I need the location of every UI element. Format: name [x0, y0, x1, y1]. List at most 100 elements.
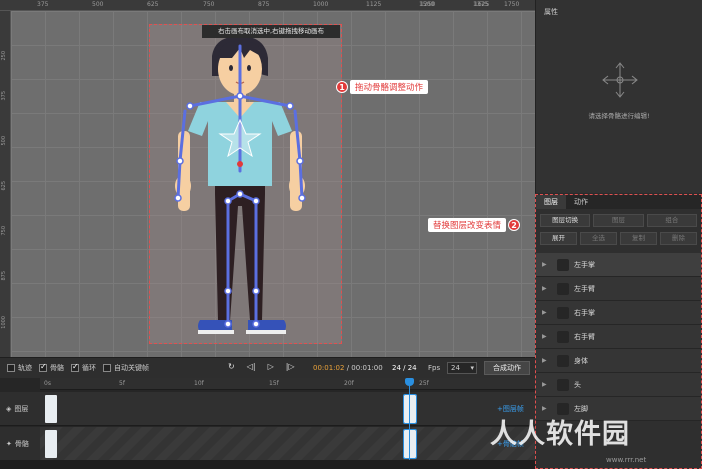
ruler-left-label: 750: [1, 226, 7, 236]
layer-item[interactable]: ▶ 左手臂: [536, 277, 701, 301]
layer-name: 身体: [574, 356, 588, 365]
prev-frame-icon[interactable]: ◁|: [247, 362, 256, 371]
time-display: 00:01:02 / 00:01:00: [313, 364, 383, 372]
track-label-text: 图层: [14, 404, 29, 413]
next-frame-icon[interactable]: |▷: [286, 362, 295, 371]
checkbox-label: 循环: [82, 364, 96, 372]
ruler-left-label: 875: [1, 271, 7, 281]
bones-checkbox[interactable]: 骨骼: [39, 362, 64, 373]
canvas-stage[interactable]: 375 500 625 750 875 1000 1125 1250 1375 …: [0, 0, 535, 357]
expand-arrow-icon[interactable]: ▶: [542, 261, 552, 268]
checkbox-box[interactable]: [71, 362, 79, 372]
checkbox-label: 骨骼: [50, 364, 64, 372]
ruler-left-label: 250: [1, 51, 7, 61]
layer-name: 头: [574, 380, 581, 389]
play-icon[interactable]: ▷: [268, 362, 274, 371]
frame-counter: 24 / 24: [392, 364, 417, 372]
ruler-top-label: 375: [37, 1, 49, 8]
ruler-top-label: 1500: [419, 1, 435, 8]
ruler-top-label: 500: [92, 1, 104, 8]
replay-icon[interactable]: ↻: [228, 362, 235, 371]
total-time: / 00:01:00: [346, 364, 383, 372]
callout-text: 拖动骨骼调整动作: [350, 80, 429, 94]
group-button[interactable]: 组合: [646, 214, 697, 227]
timeline-tick: 15f: [269, 380, 279, 387]
checkbox-box[interactable]: [103, 364, 111, 372]
delete-button[interactable]: 删除: [660, 232, 697, 245]
expand-arrow-icon[interactable]: ▶: [542, 405, 552, 412]
checkbox-label: 轨迹: [18, 364, 32, 372]
layer-thumbnail: [557, 258, 569, 271]
trajectory-checkbox[interactable]: 轨迹: [7, 363, 32, 373]
expand-arrow-icon[interactable]: ▶: [542, 285, 552, 292]
layer-button[interactable]: 图层: [593, 214, 644, 227]
character-figure[interactable]: [160, 36, 330, 341]
watermark-text: 人人软件园: [490, 419, 630, 450]
chevron-down-icon: ▾: [470, 364, 474, 372]
expand-arrow-icon[interactable]: ▶: [542, 381, 552, 388]
keyframe[interactable]: [403, 394, 417, 424]
sole: [198, 330, 234, 334]
watermark-url: www.rrr.net: [606, 456, 647, 464]
expand-button[interactable]: 展开: [540, 232, 577, 245]
copy-button[interactable]: 复制: [620, 232, 657, 245]
checkbox-box[interactable]: [7, 364, 15, 372]
canvas-hint: 右击画布取消选中,右键拖拽移动画布: [202, 25, 340, 38]
ruler-top-label: 1000: [313, 1, 329, 8]
compose-action-button[interactable]: 合成动作: [484, 361, 530, 375]
switch-layer-button[interactable]: 图层切换: [540, 214, 591, 227]
select-all-button[interactable]: 全选: [580, 232, 617, 245]
loop-checkbox[interactable]: 循环: [71, 362, 96, 373]
layer-list: ▶ 左手掌 ▶ 左手臂 ▶ 右手掌 ▶ 右手臂 ▶ 身体 ▶ 头 ▶ 左脚: [536, 253, 701, 421]
timeline-tick: 0s: [44, 380, 51, 387]
layer-name: 右手掌: [574, 308, 595, 317]
playhead-handle[interactable]: [405, 378, 414, 386]
timeline: 0s 5f 10f 15f 20f 25f ◈ 图层 +图层帧 ✦ 骨骼 +骨骼帧: [0, 378, 535, 469]
timeline-tick: 5f: [119, 380, 125, 387]
layers-toolbar-1: 图层切换 图层 组合: [536, 209, 701, 232]
tab-actions[interactable]: 动作: [566, 195, 596, 209]
bone-icon: ✦: [6, 439, 12, 448]
keyframe[interactable]: [403, 429, 417, 459]
timeline-tick: 25f: [419, 380, 429, 387]
checkbox-box[interactable]: [39, 362, 47, 372]
timeline-scrollbar[interactable]: [0, 460, 535, 469]
current-time: 00:01:02: [313, 364, 345, 372]
fps-value: 24: [451, 364, 460, 372]
expand-arrow-icon[interactable]: ▶: [542, 309, 552, 316]
layer-name: 左手掌: [574, 260, 595, 269]
layer-thumbnail: [557, 354, 569, 367]
layer-name: 左手臂: [574, 284, 595, 293]
layer-thumbnail: [557, 306, 569, 319]
fps-select[interactable]: 24 ▾: [447, 362, 477, 374]
ruler-top-label: 1625: [474, 1, 490, 8]
playhead[interactable]: [409, 378, 410, 469]
track-label: ✦ 骨骼: [0, 427, 40, 460]
timeline-tick: 20f: [344, 380, 354, 387]
move-crosshair-icon: [602, 62, 638, 98]
tab-layers[interactable]: 图层: [536, 195, 566, 209]
callout-badge: 1: [336, 81, 348, 93]
transport-buttons: ↻ ◁| ▷ |▷: [228, 362, 295, 371]
keyframe[interactable]: [45, 395, 57, 423]
timeline-ruler[interactable]: 0s 5f 10f 15f 20f 25f: [40, 378, 535, 390]
layer-item[interactable]: ▶ 左手掌: [536, 253, 701, 277]
expand-arrow-icon[interactable]: ▶: [542, 357, 552, 364]
layer-name: 右手臂: [574, 332, 595, 341]
layer-item[interactable]: ▶ 右手臂: [536, 325, 701, 349]
ruler-top-label: 1750: [504, 1, 520, 8]
ruler-left-label: 375: [1, 91, 7, 101]
track-body[interactable]: [40, 392, 535, 425]
keyframe[interactable]: [45, 430, 57, 458]
track-bones: ✦ 骨骼 +骨骼帧: [0, 427, 535, 461]
auto-keyframe-checkbox[interactable]: 自动关键帧: [103, 363, 149, 373]
track-layers: ◈ 图层 +图层帧: [0, 392, 535, 426]
expand-arrow-icon[interactable]: ▶: [542, 333, 552, 340]
layer-item[interactable]: ▶ 身体: [536, 349, 701, 373]
layer-item[interactable]: ▶ 头: [536, 373, 701, 397]
layers-tabs: 图层 动作: [536, 195, 701, 209]
ruler-top-label: 750: [203, 1, 215, 8]
track-body[interactable]: [40, 427, 535, 460]
fps-label: Fps: [428, 364, 441, 372]
layer-item[interactable]: ▶ 右手掌: [536, 301, 701, 325]
